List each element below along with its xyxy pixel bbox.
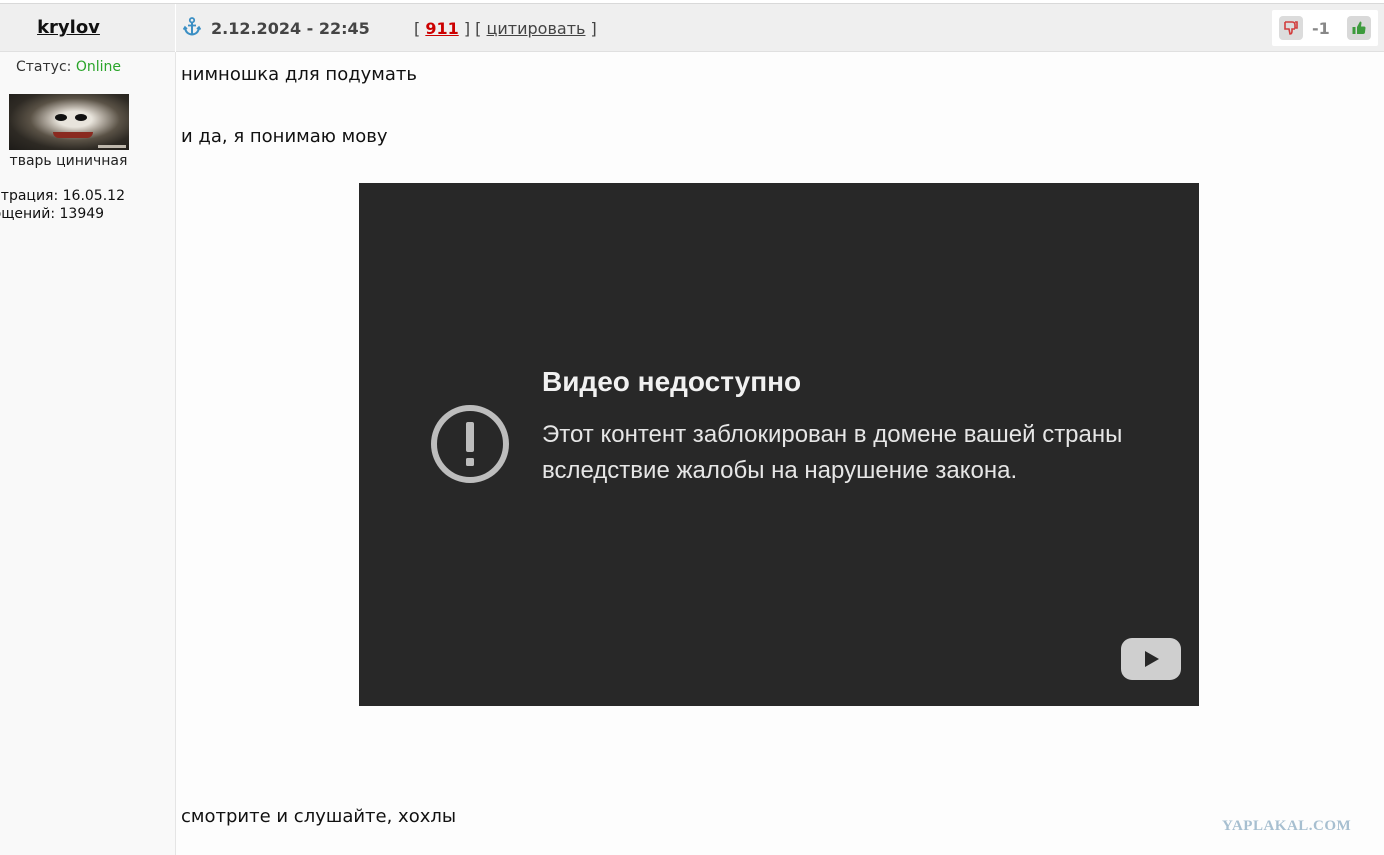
bracket-open: [ bbox=[414, 19, 421, 38]
username-link[interactable]: krylov bbox=[0, 17, 137, 38]
user-registration: истрация: 16.05.12 bbox=[0, 188, 125, 204]
user-status: Статус: Online bbox=[0, 59, 137, 75]
rating-value: -1 bbox=[1312, 19, 1330, 38]
status-online: Online bbox=[75, 59, 121, 75]
user-panel: Статус: Online тварь циничная истрация: … bbox=[0, 52, 176, 855]
rating-box: -1 bbox=[1272, 10, 1378, 46]
anchor-icon[interactable] bbox=[183, 17, 201, 37]
exclamation-circle-icon bbox=[431, 405, 509, 483]
avatar[interactable] bbox=[9, 94, 129, 150]
post-number-link[interactable]: 911 bbox=[425, 19, 458, 38]
video-unavailable-message: Этот контент заблокирован в домене вашей… bbox=[542, 421, 1123, 484]
bracket-mid: ] [ bbox=[463, 19, 482, 38]
youtube-play-icon[interactable] bbox=[1121, 638, 1181, 680]
user-post-count: общений: 13949 bbox=[0, 206, 105, 222]
video-player[interactable]: Видео недоступно Этот контент заблокиров… bbox=[359, 183, 1199, 706]
status-label: Статус: bbox=[16, 59, 72, 75]
thumbs-up-icon bbox=[1352, 21, 1366, 34]
post-header: 2.12.2024 - 22:45 [ 911 ] [ цитировать ]… bbox=[176, 4, 1384, 52]
thumbs-down-icon bbox=[1284, 21, 1298, 35]
user-header: krylov bbox=[0, 4, 175, 52]
post-body: нимношка для подумать и да, я понимаю мо… bbox=[176, 52, 1384, 855]
bracket-close: ] bbox=[590, 19, 597, 38]
post-links: [ 911 ] [ цитировать ] bbox=[414, 19, 597, 38]
quote-link[interactable]: цитировать bbox=[487, 19, 586, 38]
vote-down-button[interactable] bbox=[1279, 16, 1303, 40]
post-date: 2.12.2024 - 22:45 bbox=[211, 19, 370, 38]
vote-up-button[interactable] bbox=[1347, 16, 1371, 40]
video-unavailable-title: Видео недоступно bbox=[542, 366, 802, 397]
user-title: тварь циничная bbox=[9, 153, 128, 169]
post-text-1: нимношка для подумать bbox=[181, 64, 418, 85]
site-watermark: YAPLAKAL.COM bbox=[1222, 818, 1352, 834]
post-text-3: смотрите и слушайте, хохлы bbox=[181, 806, 457, 827]
post-text-2: и да, я понимаю мову bbox=[181, 126, 388, 147]
